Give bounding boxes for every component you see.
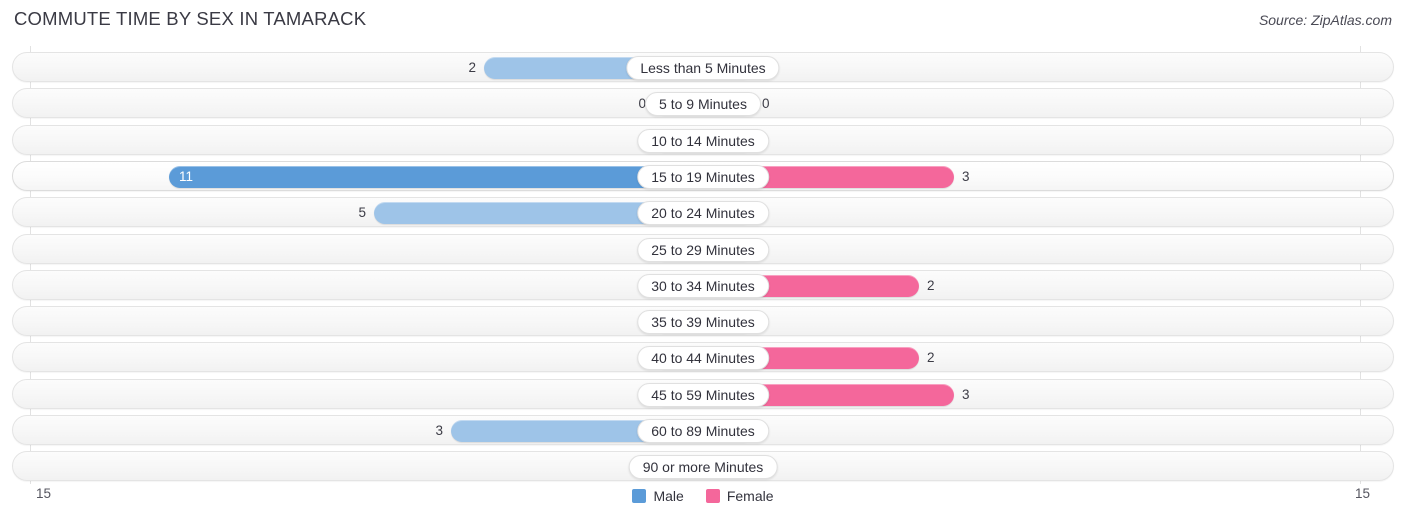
category-label: Less than 5 Minutes [626, 56, 780, 80]
category-label: 25 to 29 Minutes [637, 237, 769, 262]
chart-row[interactable]: 0240 to 44 Minutes [12, 342, 1394, 373]
category-label: 35 to 39 Minutes [637, 310, 769, 335]
legend-item-female[interactable]: Female [705, 488, 774, 504]
category-label: 60 to 89 Minutes [637, 419, 769, 443]
chart-legend: Male Female [0, 488, 1406, 504]
legend-label-male: Male [653, 488, 684, 504]
chart-footer: 15 15 Male Female [0, 484, 1406, 522]
value-label-female: 3 [962, 386, 970, 402]
chart-row[interactable]: 0010 to 14 Minutes [12, 124, 1394, 155]
value-label-female: 2 [927, 350, 935, 366]
category-label: 40 to 44 Minutes [637, 346, 769, 371]
category-label: 30 to 34 Minutes [637, 273, 769, 298]
legend-swatch-female-icon [705, 489, 720, 503]
chart-row[interactable]: 11 3 15 to 19 Minutes [12, 160, 1394, 191]
chart-row[interactable]: 0035 to 39 Minutes [12, 306, 1394, 337]
category-label: 20 to 24 Minutes [637, 201, 769, 226]
chart-row[interactable]: 0 05 to 9 Minutes [12, 88, 1394, 119]
chart-plot-area: 20Less than 5 Minutes 0 05 to 9 Minutes 001… [0, 46, 1406, 484]
chart-row[interactable]: 0025 to 29 Minutes [12, 233, 1394, 264]
value-label-male: 11 [179, 168, 194, 184]
value-label-female: 2 [927, 277, 935, 293]
chart-header: COMMUTE TIME BY SEX IN TAMARACK Source: … [0, 0, 1406, 44]
value-label-male: 5 [358, 205, 366, 221]
bar-male[interactable] [169, 165, 704, 188]
category-label: 10 to 14 Minutes [637, 128, 769, 153]
value-label-male: 2 [468, 60, 476, 75]
legend-label-female: Female [726, 488, 774, 504]
chart-page: COMMUTE TIME BY SEX IN TAMARACK Source: … [0, 0, 1406, 522]
chart-row[interactable]: 0230 to 34 Minutes [12, 269, 1394, 300]
chart-row[interactable]: 0090 or more Minutes [12, 451, 1394, 482]
chart-row[interactable]: 5020 to 24 Minutes [12, 197, 1394, 228]
chart-row[interactable]: 3060 to 89 Minutes [12, 415, 1394, 445]
source-attribution: Source: ZipAtlas.com [1258, 12, 1392, 28]
value-label-female: 0 [762, 96, 770, 112]
chart-row[interactable]: 0345 to 59 Minutes [12, 378, 1394, 409]
value-label-male: 3 [435, 423, 443, 438]
category-label: 90 or more Minutes [628, 455, 778, 480]
chart-row[interactable]: 20Less than 5 Minutes [12, 52, 1394, 82]
category-label: 5 to 9 Minutes [645, 92, 761, 117]
category-label: 15 to 19 Minutes [637, 164, 769, 189]
value-label-female: 3 [962, 168, 970, 184]
legend-item-male[interactable]: Male [632, 488, 684, 504]
value-label-male: 0 [638, 96, 646, 112]
category-label: 45 to 59 Minutes [637, 382, 769, 407]
page-title: COMMUTE TIME BY SEX IN TAMARACK [14, 8, 367, 29]
legend-swatch-male-icon [632, 489, 647, 503]
